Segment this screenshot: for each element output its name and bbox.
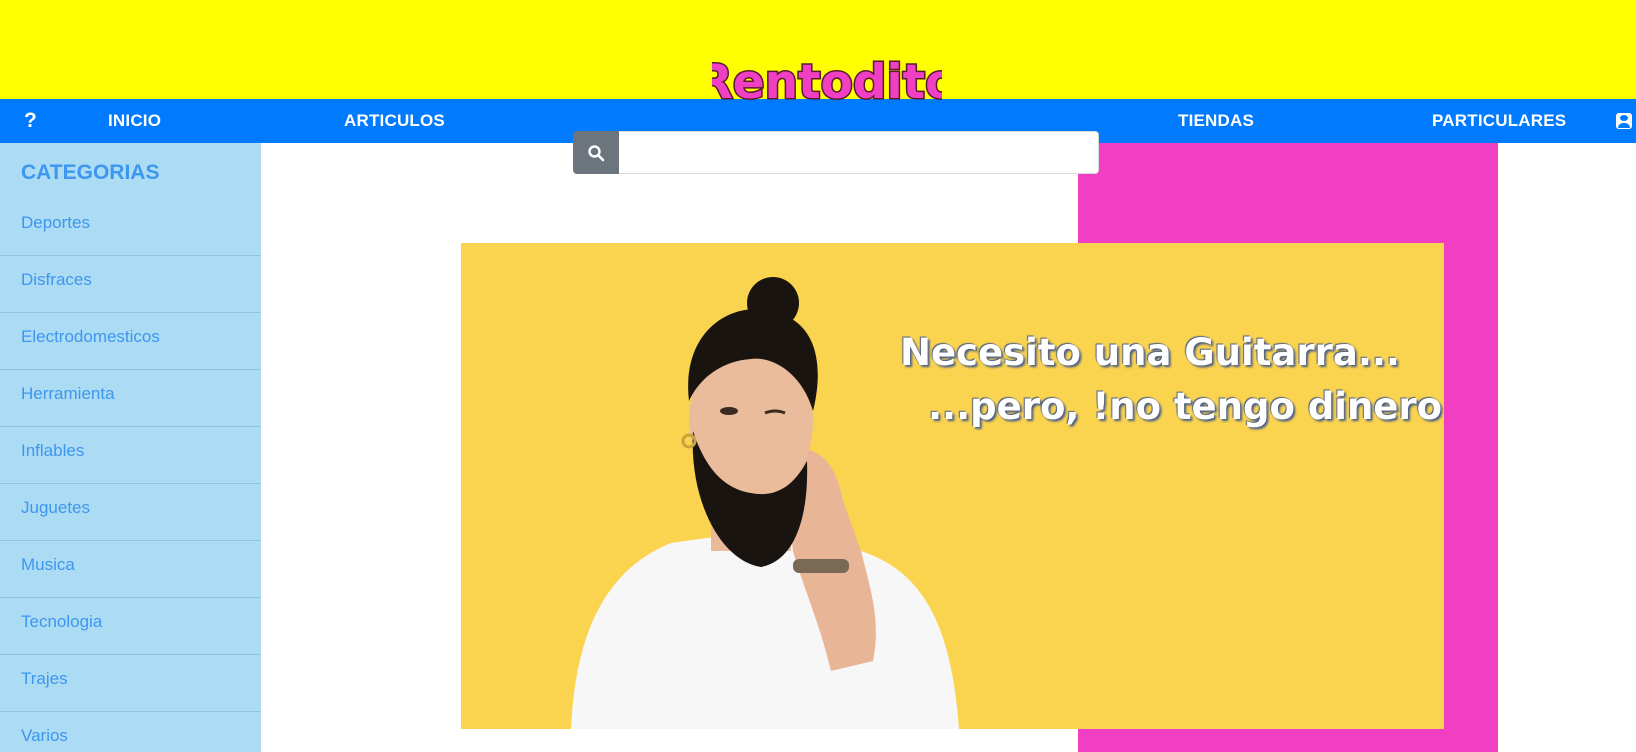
- search-input[interactable]: [619, 131, 1099, 174]
- nav-articulos[interactable]: ARTICULOS: [344, 99, 445, 143]
- nav-inicio[interactable]: INICIO: [108, 99, 161, 143]
- category-item-musica[interactable]: Musica: [0, 541, 261, 598]
- user-card-icon[interactable]: [1616, 113, 1632, 129]
- search-button[interactable]: [573, 131, 619, 174]
- banner-headline-2: ...pero, !no tengo dinero!: [928, 385, 1444, 428]
- category-list: Deportes Disfraces Electrodomesticos Her…: [0, 199, 261, 752]
- logo-text: Rentodito: [712, 55, 942, 108]
- category-item-juguetes[interactable]: Juguetes: [0, 484, 261, 541]
- category-item-deportes[interactable]: Deportes: [0, 199, 261, 256]
- search-bar: [573, 131, 1099, 174]
- category-item-trajes[interactable]: Trajes: [0, 655, 261, 712]
- category-item-inflables[interactable]: Inflables: [0, 427, 261, 484]
- nav-particulares[interactable]: PARTICULARES: [1432, 99, 1566, 143]
- category-sidebar: CATEGORIAS Deportes Disfraces Electrodom…: [0, 143, 261, 752]
- category-item-varios[interactable]: Varios: [0, 712, 261, 752]
- category-item-electrodomesticos[interactable]: Electrodomesticos: [0, 313, 261, 370]
- rentodito-logo[interactable]: Rentodito: [712, 54, 942, 108]
- category-item-herramienta[interactable]: Herramienta: [0, 370, 261, 427]
- category-item-tecnologia[interactable]: Tecnologia: [0, 598, 261, 655]
- search-icon: [588, 145, 605, 162]
- logo-graphic: Rentodito: [712, 54, 942, 108]
- promo-banner[interactable]: Necesito una Guitarra... ...pero, !no te…: [461, 243, 1444, 729]
- help-link[interactable]: ?: [24, 99, 37, 143]
- page: ? INICIO ARTICULOS TIENDAS PARTICULARES …: [0, 0, 1636, 752]
- sidebar-title: CATEGORIAS: [21, 161, 160, 184]
- nav-tiendas[interactable]: TIENDAS: [1178, 99, 1254, 143]
- category-item-disfraces[interactable]: Disfraces: [0, 256, 261, 313]
- banner-headline-1: Necesito una Guitarra...: [900, 331, 1400, 374]
